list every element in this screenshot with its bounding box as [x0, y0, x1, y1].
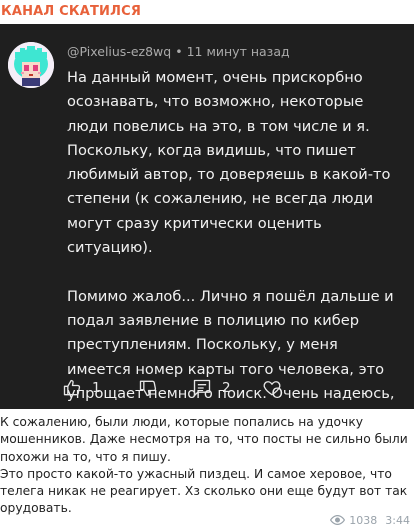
channel-header: КАНАЛ СКАТИЛСЯ — [0, 0, 414, 24]
reply-button[interactable]: 2 — [192, 376, 231, 400]
eye-icon — [330, 515, 346, 525]
comment-author[interactable]: @Pixelius-ez8wq — [67, 44, 171, 59]
dislike-button[interactable] — [138, 376, 158, 400]
post-text: К сожалению, были люди, которые попались… — [0, 414, 412, 518]
heart-button[interactable] — [262, 376, 282, 400]
channel-name[interactable]: КАНАЛ СКАТИЛСЯ — [1, 4, 141, 19]
meta-separator: • — [175, 44, 183, 59]
post-line: Это просто какой-то ужасный пиздец. И са… — [0, 466, 408, 516]
comment-time: 11 минут назад — [186, 44, 290, 59]
view-count: 1038 — [349, 513, 378, 527]
comment-screenshot: @Pixelius-ez8wq • 11 минут назад На данный… — [0, 24, 414, 450]
pixel-avatar-icon — [8, 42, 54, 88]
like-count: 1 — [92, 380, 101, 396]
thumbs-up-icon — [63, 379, 81, 396]
comment-icon — [193, 379, 211, 397]
comment-paragraph: На данный момент, очень прискорбно осозн… — [67, 69, 391, 257]
comment-actions: 1 2 — [62, 374, 392, 402]
reply-count: 2 — [222, 380, 231, 396]
avatar — [8, 42, 54, 88]
post-footer: 1038 3:44 — [330, 512, 410, 528]
thumbs-down-icon — [139, 380, 157, 397]
channel-post: К сожалению, были люди, которые попались… — [0, 410, 414, 528]
heart-icon — [263, 381, 281, 396]
post-time: 3:44 — [385, 513, 410, 527]
comment-meta: @Pixelius-ez8wq • 11 минут назад — [67, 44, 290, 59]
post-line: К сожалению, были люди, которые попались… — [0, 415, 408, 464]
like-button[interactable]: 1 — [62, 376, 101, 400]
